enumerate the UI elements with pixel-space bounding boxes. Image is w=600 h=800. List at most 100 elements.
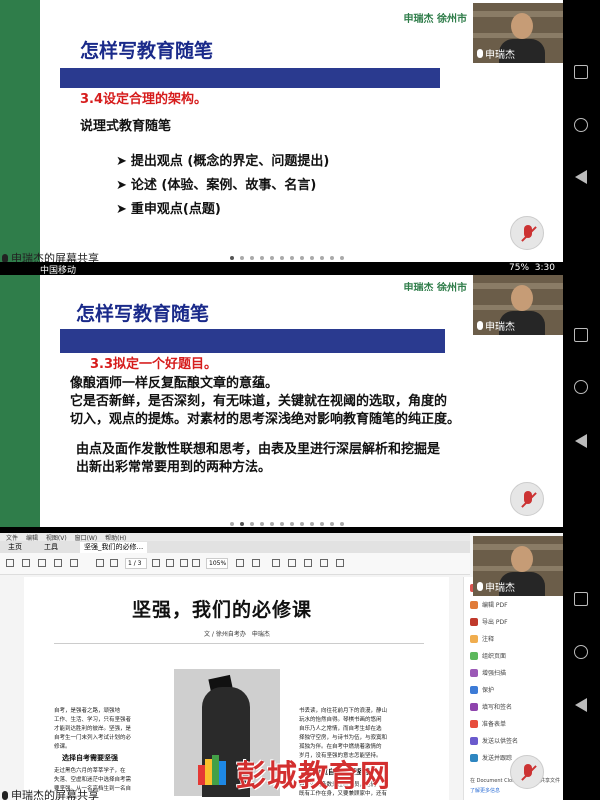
slide-title: 怎样写教育随笔 [80, 40, 214, 62]
tool-icon [470, 685, 478, 694]
clock: 3:30 [534, 263, 555, 273]
page-number-field[interactable]: 1 / 3 [125, 558, 147, 569]
presenter-video-thumbnail[interactable]: 申瑞杰 [473, 3, 563, 63]
keyboard-icon[interactable] [252, 559, 260, 567]
comment-icon[interactable] [272, 559, 280, 567]
search-icon[interactable] [70, 559, 78, 567]
slide-title: 怎样写教育随笔 [76, 303, 210, 325]
tool-item[interactable]: 增强扫描 [470, 668, 506, 677]
upload-icon[interactable] [22, 559, 30, 567]
tool-label: 保护 [482, 687, 495, 694]
tab-document[interactable]: 坚强_我们的必修... [80, 542, 148, 553]
slide-subtitle: 3.4设定合理的架构。 [80, 92, 208, 107]
sign-icon[interactable] [336, 559, 344, 567]
mute-mic-button[interactable] [510, 216, 544, 250]
recent-apps-icon[interactable] [574, 328, 588, 342]
prev-page-icon[interactable] [96, 559, 104, 567]
mic-icon [2, 790, 8, 800]
tab-tools[interactable]: 工具 [40, 542, 62, 553]
tool-label: 组织页面 [482, 653, 507, 660]
slide-bullet: ➤ 重申观点(点题) [116, 202, 221, 217]
tool-label: 增强扫描 [482, 670, 507, 677]
video-name-label: 申瑞杰 [477, 579, 515, 594]
back-icon[interactable] [575, 434, 587, 448]
site-watermark: 彭城教育网 [236, 759, 391, 794]
presenter-head [511, 546, 533, 572]
save-icon[interactable] [6, 559, 14, 567]
back-icon[interactable] [575, 698, 587, 712]
shared-screen-panel-2: 申瑞杰 徐州市 怎样写教育随笔 3.3拟定一个好题目。 像酿酒师一样反复酝酿文章… [0, 275, 563, 527]
tool-item[interactable]: 注释 [470, 634, 494, 643]
learn-more-link[interactable]: 了解更多信息 [470, 787, 500, 794]
fit-page-icon[interactable] [236, 559, 244, 567]
slide-accent-bar [0, 0, 40, 262]
slide-accent-bar [0, 275, 40, 527]
site-logo-icon [198, 755, 228, 785]
draw-icon[interactable] [304, 559, 312, 567]
highlight-icon[interactable] [288, 559, 296, 567]
shared-screen-panel-1: 申瑞杰 徐州市 怎样写教育随笔 3.4设定合理的架构。 说理式教育随笔 ➤ 提出观… [0, 0, 563, 262]
presenter-head [511, 285, 533, 311]
page-indicator-dots [230, 522, 344, 526]
text-icon[interactable] [320, 559, 328, 567]
presenter-video-thumbnail[interactable]: 申瑞杰 [473, 536, 563, 596]
tool-icon [470, 617, 478, 626]
tool-item[interactable]: 保护 [470, 685, 494, 694]
document-author: 文 / 徐州自考办 申瑞杰 [204, 631, 270, 638]
tab-home[interactable]: 主页 [4, 542, 26, 553]
recent-apps-icon[interactable] [574, 65, 588, 79]
tool-label: 准备表单 [482, 721, 507, 728]
home-icon[interactable] [574, 645, 588, 659]
shared-screen-panel-3: 文件 编辑 视图(V) 窗口(W) 帮助(H) 主页 工具 坚强_我们的必修..… [0, 533, 563, 800]
mic-icon [477, 582, 483, 591]
tool-item[interactable]: 发送并跟踪 [470, 753, 512, 762]
app-menu-bar: 文件 编辑 视图(V) 窗口(W) 帮助(H) [0, 533, 470, 542]
home-icon[interactable] [574, 380, 588, 394]
mic-icon [477, 321, 483, 330]
tool-item[interactable]: 编辑 PDF [470, 600, 508, 609]
zoom-field[interactable]: 105% [206, 558, 228, 569]
presenter-head [511, 13, 533, 39]
zoom-out-icon[interactable] [180, 559, 188, 567]
slide-paragraph-1: 像酿酒师一样反复酝酿文章的意蕴。 它是否新鲜，是否深刻，有无味道，关键就在视阈的… [70, 376, 461, 427]
android-status-bar: 中国移动 75% 3:30 [0, 262, 563, 276]
back-icon[interactable] [575, 170, 587, 184]
article-subheading: 选择自考需要坚强 [62, 754, 118, 762]
presenter-video-thumbnail[interactable]: 申瑞杰 [473, 275, 563, 335]
print-icon[interactable] [38, 559, 46, 567]
tool-label: 导出 PDF [482, 619, 508, 626]
mail-icon[interactable] [54, 559, 62, 567]
mute-mic-button[interactable] [510, 755, 544, 789]
hand-icon[interactable] [166, 559, 174, 567]
video-name-label: 申瑞杰 [477, 46, 515, 61]
slide-subtitle: 3.3拟定一个好题目。 [90, 357, 218, 372]
slide-bullet: ➤ 论述 (体验、案例、故事、名言) [116, 178, 317, 193]
next-page-icon[interactable] [110, 559, 118, 567]
zoom-in-icon[interactable] [192, 559, 200, 567]
presenter-name-header: 申瑞杰 徐州市 [403, 14, 467, 25]
tool-label: 编辑 PDF [482, 602, 508, 609]
tool-item[interactable]: 填写和签名 [470, 702, 512, 711]
page-indicator-dots [230, 256, 344, 260]
mic-icon [2, 253, 8, 262]
tool-label: 填写和签名 [482, 704, 513, 711]
article-column-1: 自考，是强者之路，顽强地 工作、生活、学习，只有坚强者 才能到达胜利的彼岸。坚强… [54, 708, 132, 750]
tool-item[interactable]: 组织页面 [470, 651, 506, 660]
home-icon[interactable] [574, 118, 588, 132]
screen-share-label: 申瑞杰的屏幕共享 [2, 250, 99, 262]
android-nav-bar [563, 0, 600, 800]
tool-icon [470, 634, 478, 643]
mic-icon [477, 49, 483, 58]
app-tabs: 主页 工具 坚强_我们的必修... [0, 541, 470, 553]
tool-item[interactable]: 导出 PDF [470, 617, 508, 626]
mute-mic-button[interactable] [510, 482, 544, 516]
tool-item[interactable]: 发送以供签名 [470, 736, 518, 745]
pointer-icon[interactable] [152, 559, 160, 567]
slide-bullet: ➤ 提出观点 (概念的界定、问题提出) [116, 154, 330, 169]
tool-item[interactable]: 准备表单 [470, 719, 506, 728]
tool-label: 注释 [482, 636, 495, 643]
tool-label: 发送并跟踪 [482, 755, 513, 762]
recent-apps-icon[interactable] [574, 592, 588, 606]
video-name-label: 申瑞杰 [477, 318, 515, 333]
tool-icon [470, 651, 478, 660]
